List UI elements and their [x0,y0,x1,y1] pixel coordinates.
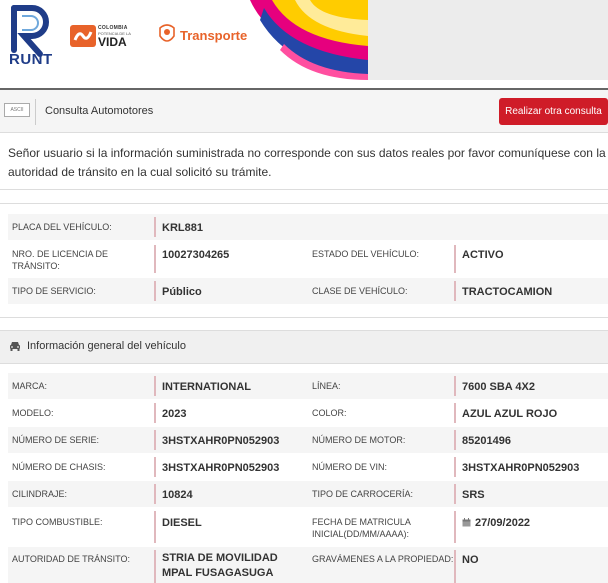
combustible-label: TIPO COMBUSTIBLE: [12,517,103,527]
placa-label: PLACA DEL VEHÍCULO: [12,222,112,232]
modelo-value: 2023 [162,408,187,420]
field-separator [154,217,156,237]
field-separator [154,403,156,423]
transporte-label: Transporte [180,28,248,43]
divider [0,189,608,190]
field-separator [454,403,456,423]
serie-label: NÚMERO DE SERIE: [12,435,100,445]
chasis-value: 3HSTXAHR0PN052903 [162,462,280,474]
detail-row: CILINDRAJE: 10824 TIPO DE CARROCERÍA: SR… [8,481,608,507]
estado-value: ACTIVO [462,249,504,261]
colombia-logo: COLOMBIA POTENCIA DE LA VIDA [70,23,142,49]
summary-row-licencia: NRO. DE LICENCIA DE TRÁNSITO: 1002730426… [8,241,608,277]
calendar-icon [462,518,471,527]
serie-value: 3HSTXAHR0PN052903 [162,435,280,447]
new-query-button[interactable]: Realizar otra consulta [499,98,608,125]
field-separator [454,376,456,396]
licencia-value: 10027304265 [162,249,230,261]
divider [0,317,608,318]
modelo-label: MODELO: [12,408,54,418]
gravamenes-value: NO [462,554,479,566]
placa-value: KRL881 [162,222,203,234]
vin-label: NÚMERO DE VIN: [312,462,388,472]
autoridad-value: STRIA DE MOVILIDAD MPAL FUSAGASUGA [162,552,278,579]
clase-value: TRACTOCAMION [462,286,553,298]
color-label: COLOR: [312,408,347,418]
decorative-waves-icon [250,0,368,80]
servicio-label: TIPO DE SERVICIO: [12,286,96,296]
cilindraje-value: 10824 [162,489,193,501]
runt-logo-text: RUNT [9,51,53,68]
clase-label: CLASE DE VEHÍCULO: [312,286,408,296]
matricula-value-wrap: 27/09/2022 [462,516,530,530]
field-separator [454,245,456,273]
toolbar: ASCII Consulta Automotores Realizar otra… [0,90,608,133]
vehicle-info-section-header: Información general del vehículo [0,330,608,364]
field-separator [454,511,456,543]
carroceria-value: SRS [462,489,485,501]
coat-of-arms-icon [159,24,175,42]
field-separator [454,281,456,301]
transporte-logo: Transporte [156,22,247,53]
estado-label: ESTADO DEL VEHÍCULO: [312,249,420,259]
field-separator [454,484,456,504]
licencia-label: NRO. DE LICENCIA DE TRÁNSITO: [12,249,109,271]
detail-row: MARCA: INTERNATIONAL LÍNEA: 7600 SBA 4X2 [8,373,608,399]
detail-row: NÚMERO DE CHASIS: 3HSTXAHR0PN052903 NÚME… [8,454,608,480]
logos-area: RUNT COLOMBIA POTENCIA DE LA VIDA Transp… [0,0,368,80]
detail-row: NÚMERO DE SERIE: 3HSTXAHR0PN052903 NÚMER… [8,427,608,453]
carroceria-label: TIPO DE CARROCERÍA: [312,489,414,499]
autoridad-label: AUTORIDAD DE TRÁNSITO: [12,554,131,564]
summary-row-servicio: TIPO DE SERVICIO: Público CLASE DE VEHÍC… [8,278,608,304]
combustible-value: DIESEL [162,517,202,529]
chasis-label: NÚMERO DE CHASIS: [12,462,106,472]
marca-label: MARCA: [12,381,48,391]
matricula-label: FECHA DE MATRICULA INICIAL(DD/MM/AAAA): [312,517,411,539]
field-separator [154,484,156,504]
field-separator [154,511,156,543]
gravamenes-label: GRAVÁMENES A LA PROPIEDAD: [312,554,454,564]
field-separator [154,550,156,583]
servicio-value: Público [162,286,202,298]
page-title: Consulta Automotores [45,105,154,117]
detail-row: MODELO: 2023 COLOR: AZUL AZUL ROJO [8,400,608,426]
detail-row: AUTORIDAD DE TRÁNSITO: STRIA DE MOVILIDA… [8,547,608,583]
cilindraje-label: CILINDRAJE: [12,489,68,499]
field-separator [154,430,156,450]
colombia-emblem-icon [70,25,96,47]
ascii-icon: ASCII [4,103,30,117]
section-title: Información general del vehículo [27,340,186,352]
divider [0,203,608,204]
field-separator [454,430,456,450]
top-banner: RUNT COLOMBIA POTENCIA DE LA VIDA Transp… [0,0,608,80]
field-separator [154,281,156,301]
field-separator [454,457,456,477]
motor-value: 85201496 [462,435,511,447]
vin-value: 3HSTXAHR0PN052903 [462,462,580,474]
linea-label: LÍNEA: [312,381,341,391]
field-separator [154,245,156,273]
linea-value: 7600 SBA 4X2 [462,381,535,393]
notice-text: Señor usuario si la información suminist… [8,146,606,179]
summary-row-placa: PLACA DEL VEHÍCULO: KRL881 [8,214,608,240]
field-separator [454,550,456,583]
marca-value: INTERNATIONAL [162,381,252,393]
field-separator [154,376,156,396]
field-separator [154,457,156,477]
toolbar-separator [35,99,36,125]
detail-row: TIPO COMBUSTIBLE: DIESEL FECHA DE MATRIC… [8,508,608,546]
car-icon [10,342,20,351]
matricula-value: 27/09/2022 [475,517,531,529]
motor-label: NÚMERO DE MOTOR: [312,435,406,445]
color-value: AZUL AZUL ROJO [462,408,558,420]
colombia-line3: VIDA [98,35,127,49]
